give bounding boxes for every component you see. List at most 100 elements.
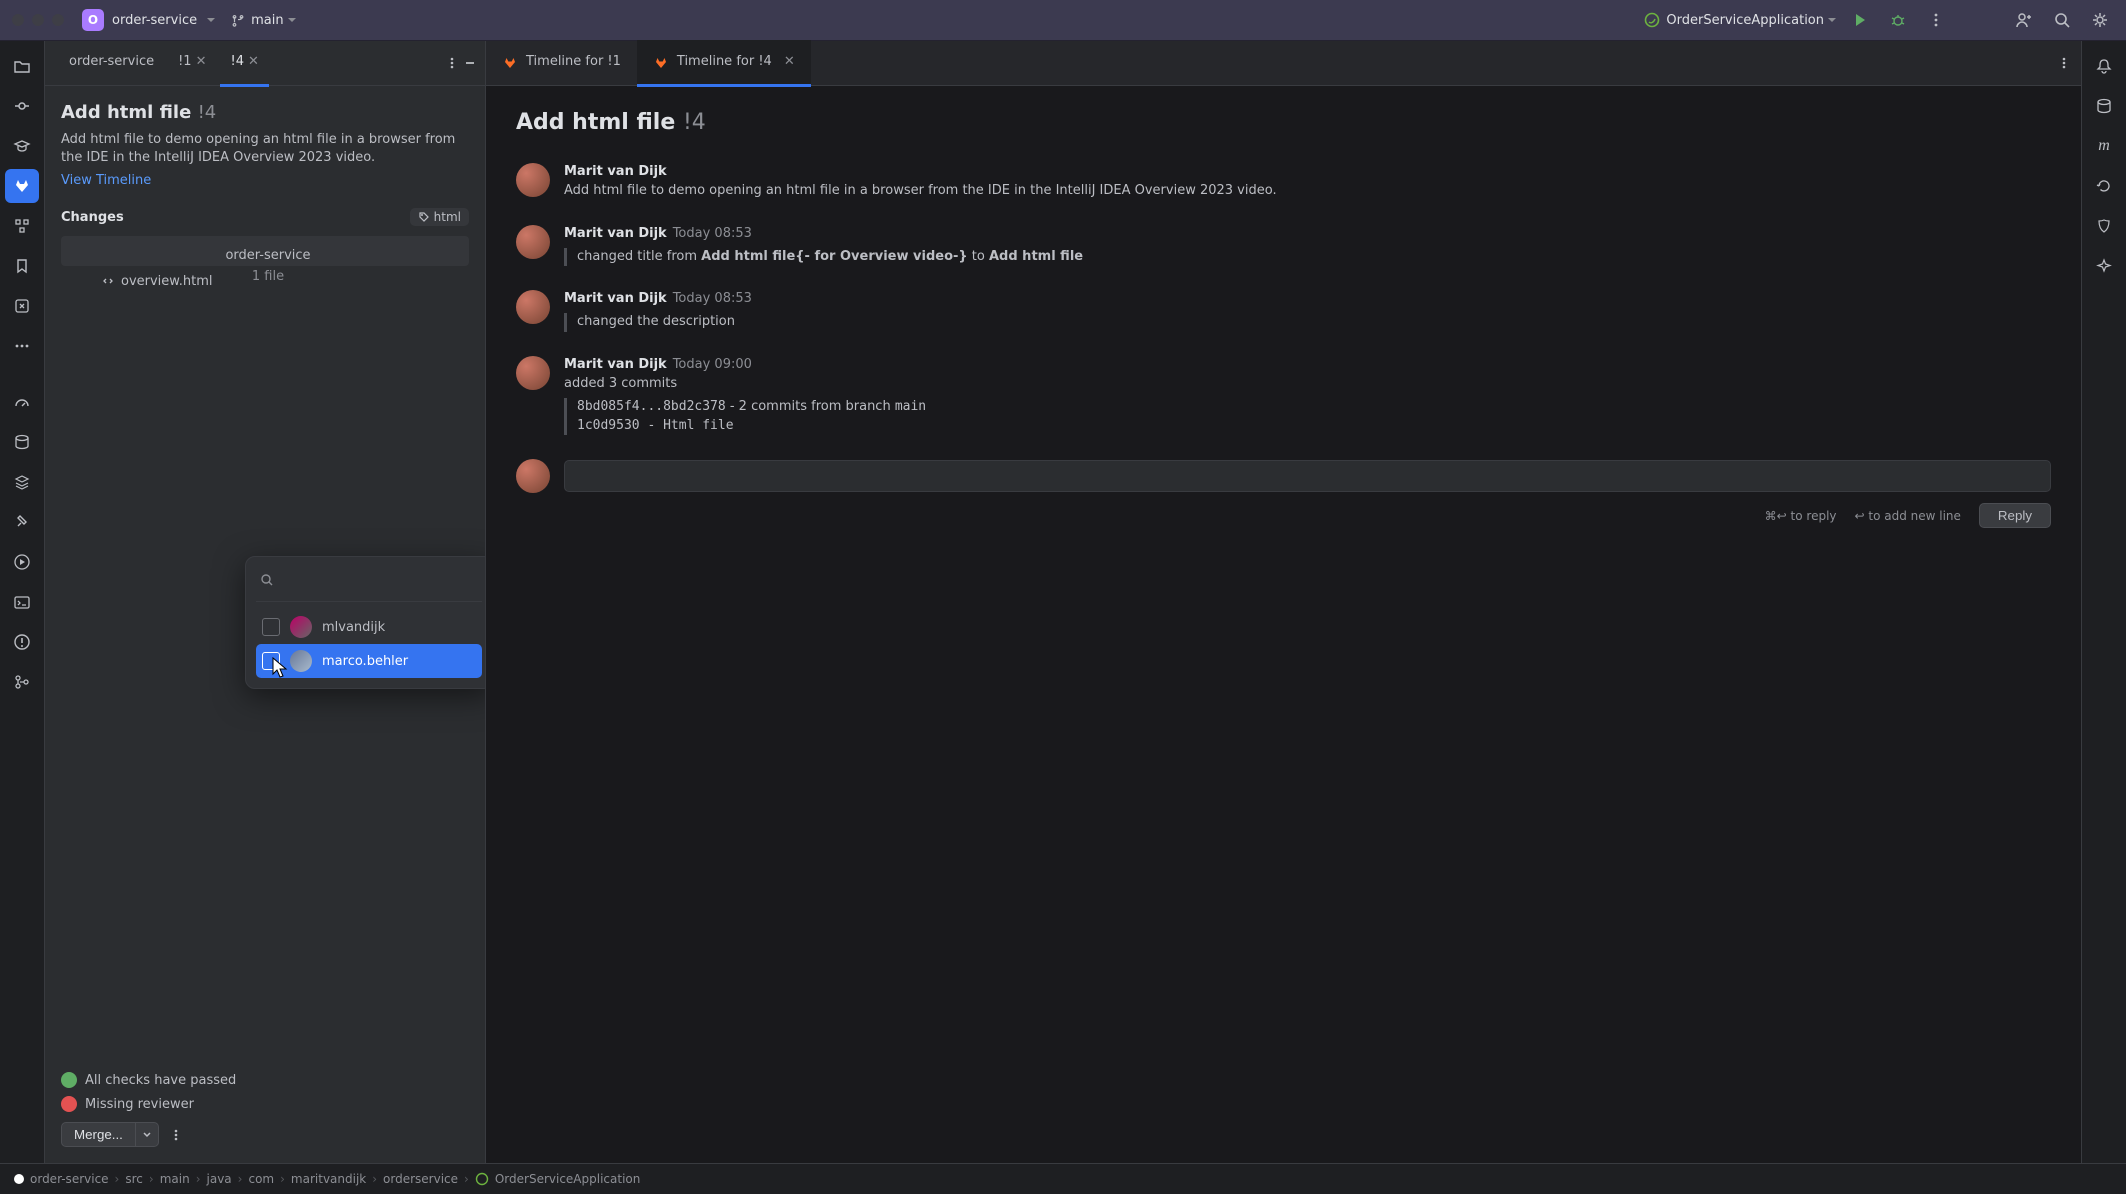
close-icon[interactable]: ✕ — [196, 54, 207, 69]
close-window-icon[interactable] — [12, 14, 24, 26]
project-selector[interactable]: O order-service — [82, 9, 215, 31]
database-icon — [13, 433, 31, 451]
reply-input[interactable] — [564, 460, 2051, 492]
gitlab-tool-button[interactable] — [5, 169, 39, 203]
label-chip[interactable]: html — [410, 208, 469, 226]
git-icon — [13, 673, 31, 691]
coverage-button[interactable] — [2087, 209, 2121, 243]
settings-button[interactable] — [2086, 6, 2114, 34]
project-tool-button[interactable] — [5, 49, 39, 83]
merge-more-button[interactable] — [169, 1128, 183, 1142]
status-text: All checks have passed — [85, 1073, 236, 1088]
merge-split-button[interactable]: Merge... — [61, 1122, 159, 1147]
crumb[interactable]: src — [125, 1172, 143, 1186]
crumb[interactable]: orderservice — [383, 1172, 458, 1186]
mr-tab-4[interactable]: !4✕ — [220, 40, 268, 87]
services-tool-button[interactable] — [5, 465, 39, 499]
maven-button[interactable]: m — [2087, 129, 2121, 163]
sparkle-icon — [2095, 257, 2113, 275]
zoom-window-icon[interactable] — [52, 14, 64, 26]
crumb[interactable]: maritvandijk — [291, 1172, 366, 1186]
crumb[interactable]: main — [160, 1172, 190, 1186]
database-tool-button[interactable] — [5, 425, 39, 459]
editor-tab[interactable]: Timeline for !4 ✕ — [637, 40, 811, 87]
pull-requests-tool-button[interactable] — [5, 289, 39, 323]
bug-icon — [1890, 12, 1906, 28]
search-everywhere-button[interactable] — [2048, 6, 2076, 34]
bookmark-icon — [13, 257, 31, 275]
terminal-tool-button[interactable] — [5, 585, 39, 619]
reviewer-option[interactable]: mlvandijk — [256, 610, 482, 644]
problems-tool-button[interactable] — [5, 625, 39, 659]
cursor-icon — [270, 656, 290, 682]
check-circle-icon — [61, 1072, 77, 1088]
layers-icon — [13, 473, 31, 491]
commit-tool-button[interactable] — [5, 89, 39, 123]
recent-button[interactable] — [2087, 169, 2121, 203]
minimize-window-icon[interactable] — [32, 14, 44, 26]
crumb[interactable]: OrderServiceApplication — [495, 1172, 641, 1186]
event-detail: changed the description — [564, 313, 752, 332]
changes-heading: Changes — [61, 210, 124, 225]
person-plus-icon — [2015, 11, 2033, 29]
status-missing-reviewer: Missing reviewer — [61, 1096, 469, 1112]
ai-assistant-button[interactable] — [2087, 249, 2121, 283]
crumb[interactable]: com — [248, 1172, 274, 1186]
tree-root-row[interactable]: order-service 1 file — [61, 236, 469, 266]
branch-selector[interactable]: main — [231, 13, 295, 28]
reviewer-search[interactable] — [256, 567, 482, 593]
close-icon[interactable]: ✕ — [248, 54, 259, 69]
editor-more-button[interactable] — [2057, 56, 2081, 70]
reply-row — [516, 459, 2051, 493]
panel-minimize-button[interactable] — [463, 56, 477, 70]
avatar — [290, 650, 312, 672]
breadcrumb: order-service› src› main› java› com› mar… — [0, 1163, 2126, 1194]
view-timeline-link[interactable]: View Timeline — [61, 173, 151, 188]
code-file-icon — [101, 274, 115, 288]
run-tool-button[interactable] — [5, 545, 39, 579]
search-icon — [2053, 11, 2071, 29]
mr-tab-root[interactable]: order-service — [59, 40, 164, 87]
mr-tab-1[interactable]: !1✕ — [168, 40, 216, 87]
build-tool-button[interactable] — [5, 505, 39, 539]
event-time: Today 08:53 — [673, 291, 752, 306]
code-with-me-button[interactable] — [2010, 6, 2038, 34]
module-icon — [14, 1174, 24, 1184]
timeline-event: Marit van DijkToday 09:00 added 3 commit… — [516, 356, 2051, 435]
run-config-name: OrderServiceApplication — [1666, 13, 1836, 28]
vcs-tool-button[interactable] — [5, 665, 39, 699]
merge-button[interactable]: Merge... — [61, 1122, 136, 1147]
tree-root-name: order-service — [225, 248, 310, 263]
debug-button[interactable] — [1884, 6, 1912, 34]
minimize-icon — [463, 56, 477, 70]
gitlab-icon — [502, 54, 518, 70]
event-text: Add html file to demo opening an html fi… — [564, 182, 1277, 201]
editor-tab[interactable]: Timeline for !1 — [486, 40, 637, 87]
run-button[interactable] — [1846, 6, 1874, 34]
more-vertical-icon — [169, 1128, 183, 1142]
event-detail: 8bd085f4...8bd2c378 - 2 commits from bra… — [564, 398, 926, 436]
crumb[interactable]: order-service — [30, 1172, 109, 1186]
event-author: Marit van Dijk — [564, 226, 667, 241]
avatar — [516, 356, 550, 390]
more-tool-button[interactable] — [5, 329, 39, 363]
crumb[interactable]: java — [207, 1172, 232, 1186]
dashboard-tool-button[interactable] — [5, 385, 39, 419]
close-icon[interactable]: ✕ — [784, 54, 795, 69]
notifications-button[interactable] — [2087, 49, 2121, 83]
more-actions-button[interactable] — [1922, 6, 1950, 34]
database-view-button[interactable] — [2087, 89, 2121, 123]
play-icon — [1852, 12, 1868, 28]
database-icon — [2095, 97, 2113, 115]
merge-dropdown-button[interactable] — [136, 1122, 159, 1147]
checkbox-icon[interactable] — [262, 618, 280, 636]
structure-tool-button[interactable] — [5, 209, 39, 243]
run-config-selector[interactable]: OrderServiceApplication — [1644, 12, 1836, 28]
event-author: Marit van Dijk — [564, 291, 667, 306]
learn-tool-button[interactable] — [5, 129, 39, 163]
chevron-down-icon — [142, 1130, 152, 1140]
reply-button[interactable]: Reply — [1979, 503, 2051, 528]
avatar — [290, 616, 312, 638]
bookmarks-tool-button[interactable] — [5, 249, 39, 283]
panel-more-button[interactable] — [445, 56, 459, 70]
